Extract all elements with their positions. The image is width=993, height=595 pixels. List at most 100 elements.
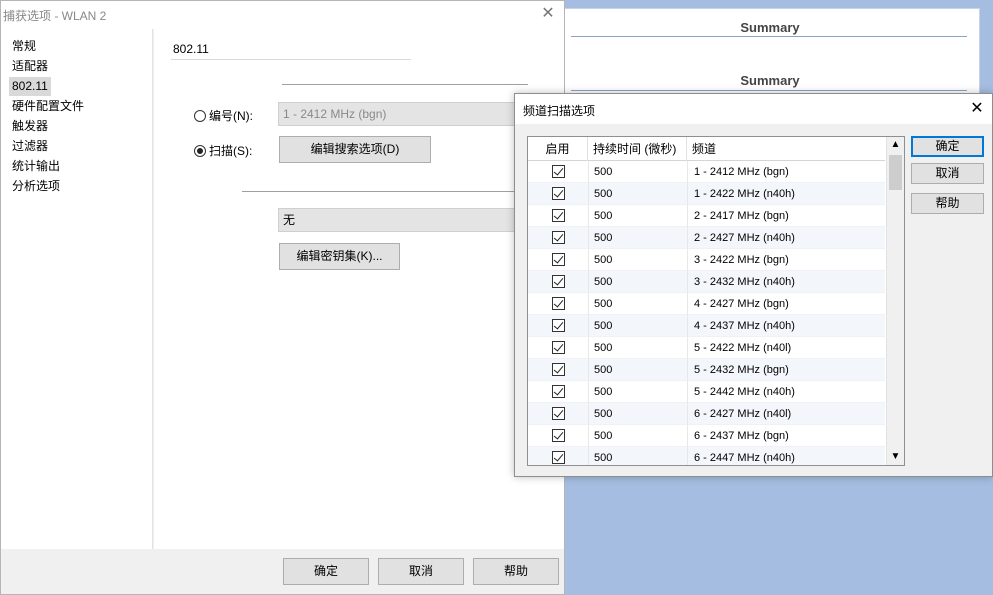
table-row[interactable]: 500 6 - 2437 MHz (bgn) bbox=[528, 425, 885, 447]
dialog-titlebar: 频道扫描选项 ✕ bbox=[515, 94, 992, 124]
table-row[interactable]: 500 3 - 2422 MHz (bgn) bbox=[528, 249, 885, 271]
ok-button[interactable]: 确定 bbox=[283, 558, 369, 585]
checkbox-checked-icon[interactable] bbox=[552, 275, 565, 288]
cancel-button[interactable]: 取消 bbox=[378, 558, 464, 585]
edit-search-options-button[interactable]: 编辑搜索选项(D) bbox=[279, 136, 431, 163]
column-separator bbox=[687, 161, 688, 183]
column-separator bbox=[588, 205, 589, 227]
close-icon[interactable]: ✕ bbox=[540, 5, 556, 23]
duration-cell[interactable]: 500 bbox=[594, 249, 684, 271]
column-separator bbox=[588, 227, 589, 249]
radio-selected-icon[interactable] bbox=[194, 145, 206, 157]
table-row[interactable]: 500 5 - 2442 MHz (n40h) bbox=[528, 381, 885, 403]
enabled-cell bbox=[528, 403, 588, 425]
channel-cell: 2 - 2417 MHz (bgn) bbox=[694, 210, 789, 222]
chevron-up-icon[interactable]: ▲ bbox=[887, 137, 904, 153]
scroll-thumb[interactable] bbox=[889, 155, 902, 190]
duration-cell[interactable]: 500 bbox=[594, 337, 684, 359]
table-row[interactable]: 500 2 - 2417 MHz (bgn) bbox=[528, 205, 885, 227]
column-separator bbox=[687, 337, 688, 359]
column-separator bbox=[687, 381, 688, 403]
checkbox-checked-icon[interactable] bbox=[552, 363, 565, 376]
checkbox-checked-icon[interactable] bbox=[552, 165, 565, 178]
enabled-cell bbox=[528, 381, 588, 403]
checkbox-checked-icon[interactable] bbox=[552, 451, 565, 464]
column-header-enabled[interactable]: 启用 bbox=[528, 137, 588, 161]
table-row[interactable]: 500 4 - 2427 MHz (bgn) bbox=[528, 293, 885, 315]
channel-number-select[interactable]: 1 - 2412 MHz (bgn) bbox=[278, 102, 518, 126]
duration-cell[interactable]: 500 bbox=[594, 205, 684, 227]
scan-radio[interactable]: 扫描(S): bbox=[194, 142, 252, 160]
table-row[interactable]: 500 6 - 2427 MHz (n40l) bbox=[528, 403, 885, 425]
edit-key-set-button[interactable]: 编辑密钥集(K)... bbox=[279, 243, 400, 270]
table-row[interactable]: 500 2 - 2427 MHz (n40h) bbox=[528, 227, 885, 249]
checkbox-checked-icon[interactable] bbox=[552, 341, 565, 354]
nav-item-general[interactable]: 常规 bbox=[9, 37, 39, 56]
summary-divider bbox=[571, 36, 967, 37]
checkbox-checked-icon[interactable] bbox=[552, 209, 565, 222]
table-row[interactable]: 500 5 - 2432 MHz (bgn) bbox=[528, 359, 885, 381]
checkbox-checked-icon[interactable] bbox=[552, 231, 565, 244]
duration-cell[interactable]: 500 bbox=[594, 271, 684, 293]
checkbox-checked-icon[interactable] bbox=[552, 319, 565, 332]
checkbox-checked-icon[interactable] bbox=[552, 253, 565, 266]
duration-cell[interactable]: 500 bbox=[594, 183, 684, 205]
duration-cell[interactable]: 500 bbox=[594, 359, 684, 381]
nav-item-filters[interactable]: 过滤器 bbox=[9, 137, 51, 156]
table-row[interactable]: 500 5 - 2422 MHz (n40l) bbox=[528, 337, 885, 359]
duration-cell[interactable]: 500 bbox=[594, 403, 684, 425]
nav-item-adapter[interactable]: 适配器 bbox=[9, 57, 51, 76]
enabled-cell bbox=[528, 249, 588, 271]
checkbox-checked-icon[interactable] bbox=[552, 407, 565, 420]
column-separator bbox=[687, 249, 688, 271]
duration-cell[interactable]: 500 bbox=[594, 381, 684, 403]
key-set-field[interactable]: 无 bbox=[278, 208, 518, 232]
duration-cell[interactable]: 500 bbox=[594, 293, 684, 315]
help-button[interactable]: 帮助 bbox=[473, 558, 559, 585]
checkbox-checked-icon[interactable] bbox=[552, 385, 565, 398]
nav-item-analysis-options[interactable]: 分析选项 bbox=[9, 177, 63, 196]
nav-item-triggers[interactable]: 触发器 bbox=[9, 117, 51, 136]
table-row[interactable]: 500 1 - 2422 MHz (n40h) bbox=[528, 183, 885, 205]
column-separator bbox=[588, 315, 589, 337]
checkbox-checked-icon[interactable] bbox=[552, 429, 565, 442]
table-row[interactable]: 500 1 - 2412 MHz (bgn) bbox=[528, 161, 885, 183]
table-row[interactable]: 500 4 - 2437 MHz (n40h) bbox=[528, 315, 885, 337]
channel-cell: 5 - 2442 MHz (n40h) bbox=[694, 386, 795, 398]
summary-divider bbox=[571, 90, 967, 91]
vertical-scrollbar[interactable]: ▲ ▼ bbox=[886, 137, 904, 465]
column-separator bbox=[588, 381, 589, 403]
enabled-cell bbox=[528, 337, 588, 359]
number-radio[interactable]: 编号(N): bbox=[194, 107, 253, 125]
close-icon[interactable]: ✕ bbox=[968, 99, 986, 119]
scan-cancel-button[interactable]: 取消 bbox=[911, 163, 984, 184]
duration-cell[interactable]: 500 bbox=[594, 425, 684, 447]
channel-cell: 6 - 2437 MHz (bgn) bbox=[694, 430, 789, 442]
column-separator bbox=[588, 293, 589, 315]
column-separator bbox=[687, 403, 688, 425]
nav-item-statistics-output[interactable]: 统计输出 bbox=[9, 157, 63, 176]
column-separator bbox=[687, 271, 688, 293]
table-row[interactable]: 500 6 - 2447 MHz (n40h) bbox=[528, 447, 885, 465]
column-header-channel[interactable]: 频道 bbox=[687, 137, 885, 161]
duration-cell[interactable]: 500 bbox=[594, 227, 684, 249]
table-header: 启用 持续时间 (微秒) 频道 bbox=[528, 137, 885, 161]
nav-item-hardware-profile[interactable]: 硬件配置文件 bbox=[9, 97, 87, 116]
scan-ok-button[interactable]: 确定 bbox=[911, 136, 984, 157]
nav-item-80211[interactable]: 802.11 bbox=[9, 77, 51, 96]
column-separator bbox=[588, 425, 589, 447]
duration-cell[interactable]: 500 bbox=[594, 315, 684, 337]
radio-icon[interactable] bbox=[194, 110, 206, 122]
column-separator bbox=[687, 205, 688, 227]
column-separator bbox=[588, 337, 589, 359]
chevron-down-icon[interactable]: ▼ bbox=[887, 449, 904, 465]
duration-cell[interactable]: 500 bbox=[594, 447, 684, 465]
table-row[interactable]: 500 3 - 2432 MHz (n40h) bbox=[528, 271, 885, 293]
duration-cell[interactable]: 500 bbox=[594, 161, 684, 183]
column-separator bbox=[588, 271, 589, 293]
column-separator bbox=[687, 227, 688, 249]
scan-help-button[interactable]: 帮助 bbox=[911, 193, 984, 214]
checkbox-checked-icon[interactable] bbox=[552, 297, 565, 310]
column-header-duration[interactable]: 持续时间 (微秒) bbox=[588, 137, 687, 161]
checkbox-checked-icon[interactable] bbox=[552, 187, 565, 200]
